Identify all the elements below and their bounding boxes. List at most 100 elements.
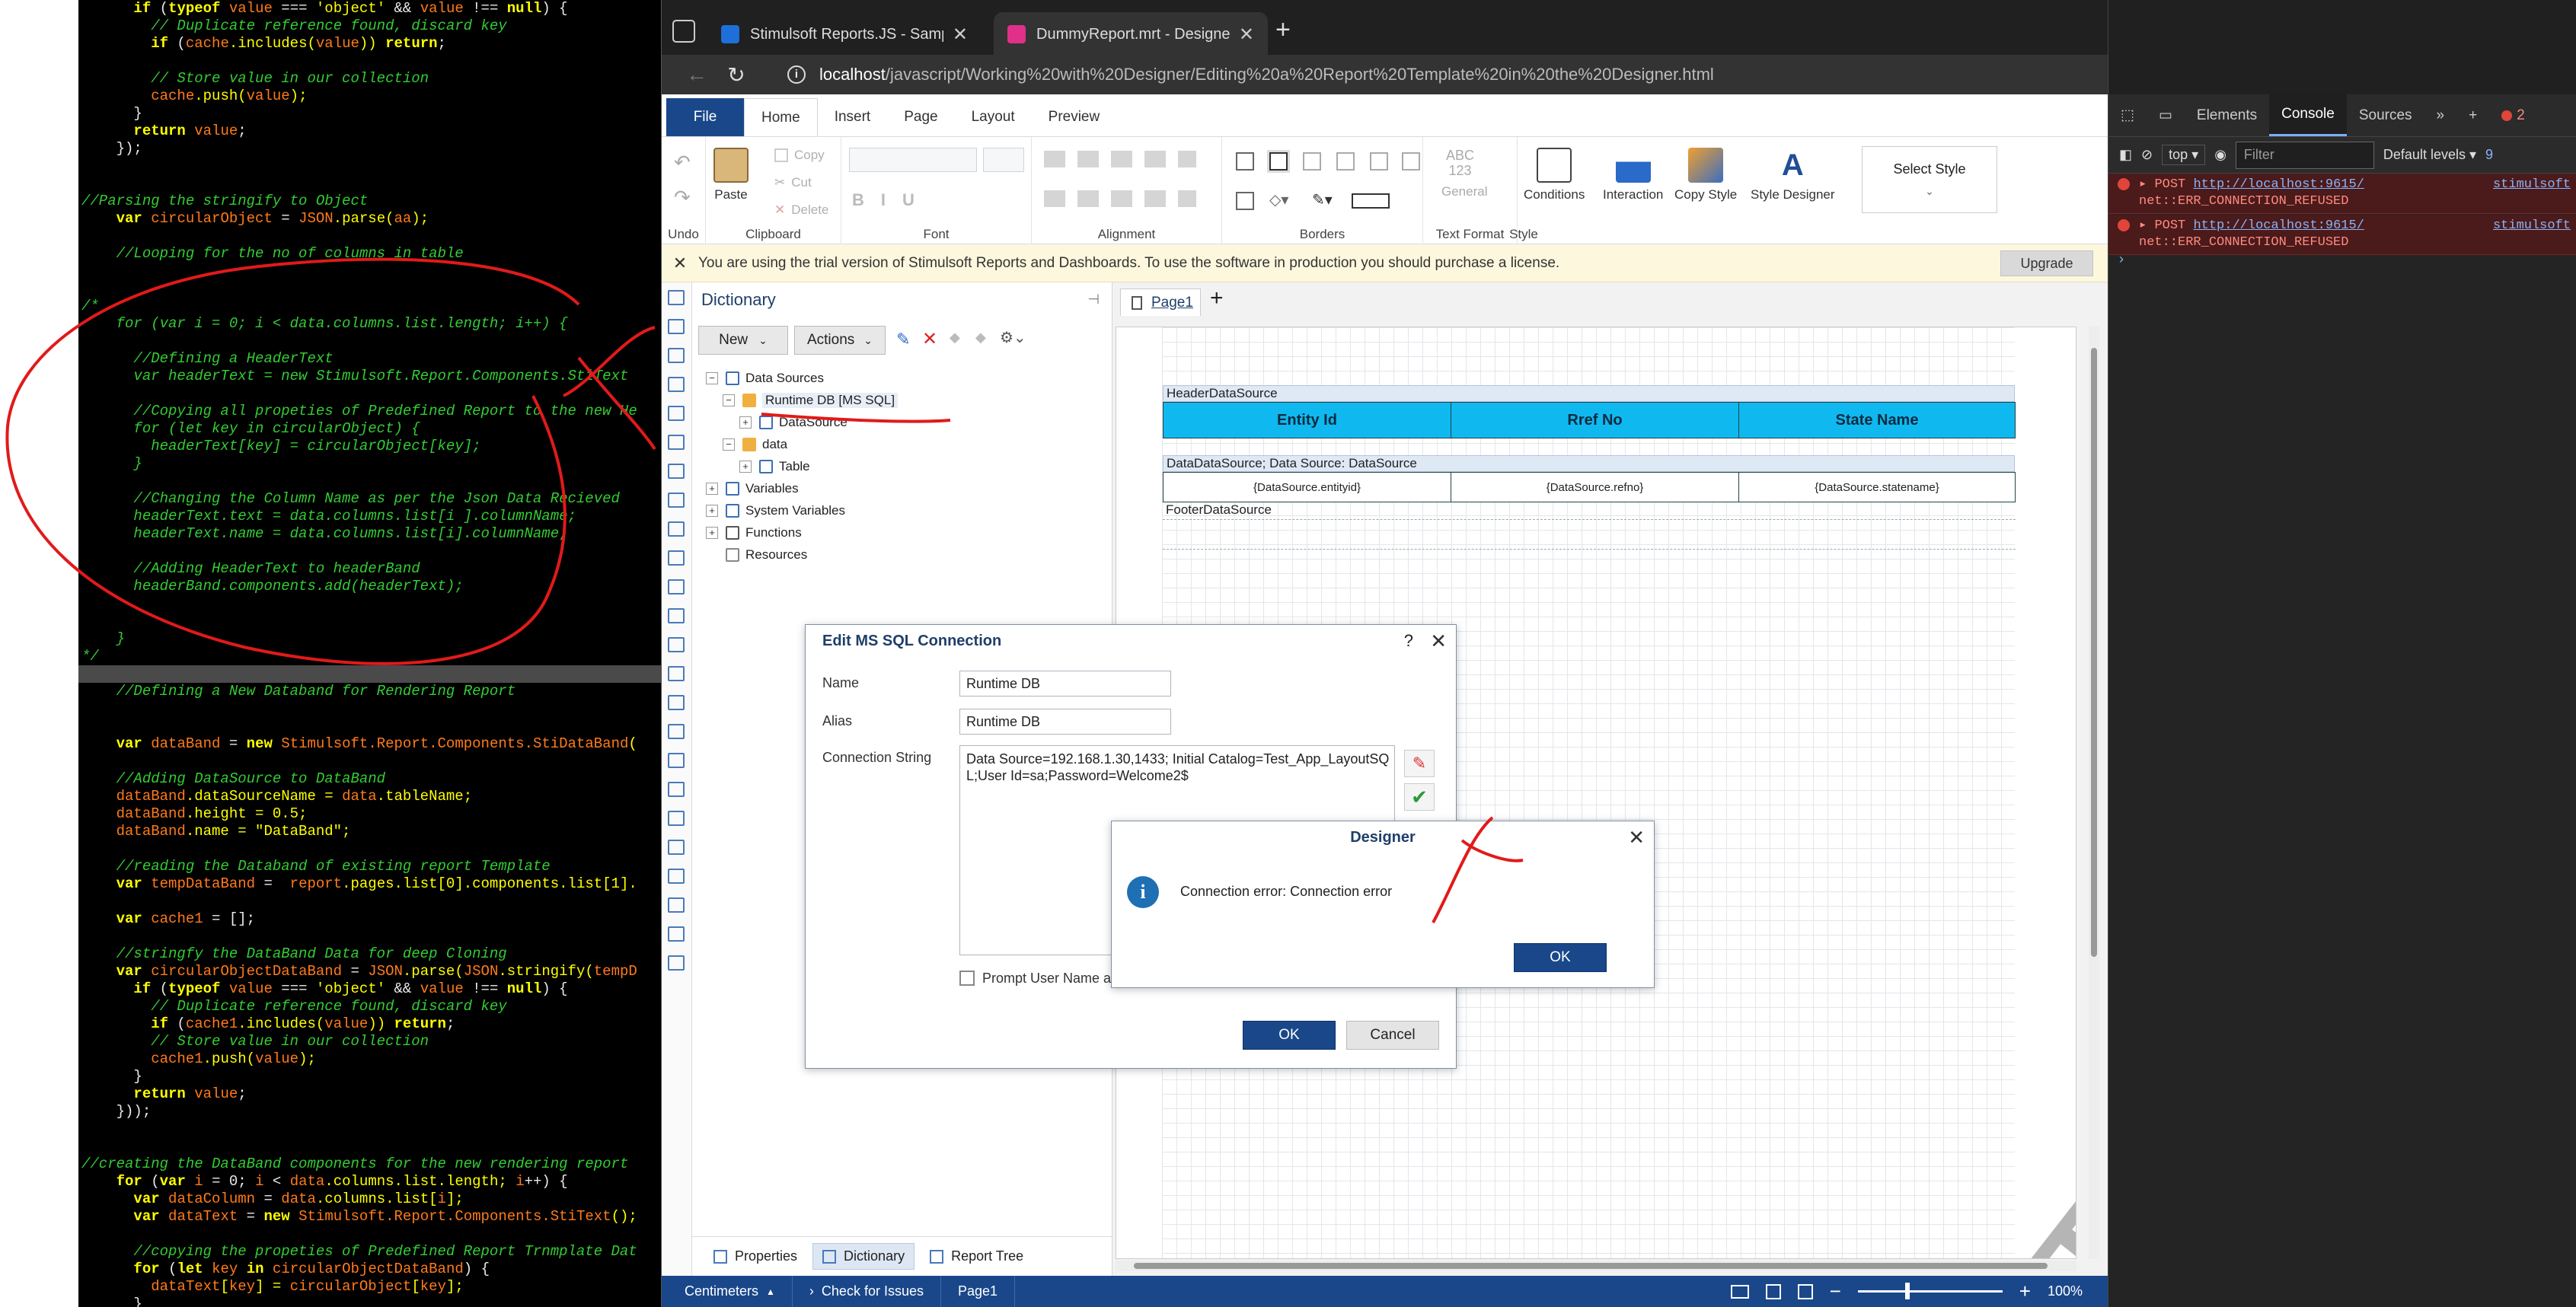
- zoom-out-icon[interactable]: −: [1830, 1280, 1841, 1303]
- code-line[interactable]: [78, 228, 661, 245]
- close-icon[interactable]: ✕: [662, 253, 698, 273]
- code-line[interactable]: dataBand.height = 0.5;: [78, 805, 661, 823]
- code-line[interactable]: [78, 53, 661, 70]
- code-line[interactable]: [78, 158, 661, 175]
- border-color-icon[interactable]: ✎▾: [1312, 190, 1333, 209]
- toolbox-component-icon[interactable]: [668, 493, 685, 508]
- code-line[interactable]: //Defining a HeaderText: [78, 350, 661, 368]
- toolbox-component-icon[interactable]: [668, 666, 685, 681]
- issues-badge[interactable]: 9: [2485, 147, 2493, 163]
- code-line[interactable]: var dataText = new Stimulsoft.Report.Com…: [78, 1208, 661, 1226]
- toolbox-component-icon[interactable]: [668, 782, 685, 797]
- scroll-thumb[interactable]: [2091, 348, 2097, 957]
- prompt-checkbox[interactable]: [959, 971, 975, 986]
- code-line[interactable]: //creating the DataBand components for t…: [78, 1156, 661, 1173]
- scroll-thumb[interactable]: [1134, 1263, 2048, 1269]
- delete-button[interactable]: ✕ Delete: [774, 202, 828, 218]
- toolbox-component-icon[interactable]: [668, 406, 685, 421]
- settings-gear-icon[interactable]: ⚙⌄: [1000, 328, 1026, 347]
- toolbox-component-icon[interactable]: [668, 724, 685, 739]
- style-designer-button[interactable]: A Style Designer: [1751, 148, 1835, 202]
- header-cell[interactable]: Entity Id: [1163, 402, 1451, 438]
- code-line[interactable]: //Adding HeaderText to headerBand: [78, 560, 661, 578]
- code-line[interactable]: [78, 718, 661, 735]
- code-line[interactable]: if (typeof value === 'object' && value !…: [78, 0, 661, 18]
- back-icon[interactable]: ←: [677, 58, 717, 91]
- units-selector[interactable]: Centimeters ▲: [662, 1276, 793, 1307]
- expand-icon[interactable]: +: [706, 483, 718, 495]
- zoom-thumb[interactable]: [1904, 1283, 1910, 1299]
- levels-selector[interactable]: Default levels ▾: [2383, 147, 2476, 163]
- data-band-label[interactable]: DataDataSource; Data Source: DataSource: [1163, 455, 2015, 472]
- code-line[interactable]: dataText[key] = circularObject[key];: [78, 1278, 661, 1296]
- border-outer-icon[interactable]: [1269, 152, 1288, 171]
- cancel-button[interactable]: Cancel: [1346, 1021, 1439, 1050]
- inspect-icon[interactable]: ⬚: [2108, 94, 2147, 136]
- data-cell[interactable]: {DataSource.refno}: [1451, 472, 1739, 502]
- code-line[interactable]: for (let key in circularObjectDataBand) …: [78, 1261, 661, 1278]
- code-line[interactable]: [78, 700, 661, 718]
- code-line[interactable]: var dataBand = new Stimulsoft.Report.Com…: [78, 735, 661, 753]
- code-line[interactable]: // Store value in our collection: [78, 70, 661, 88]
- code-line[interactable]: [78, 333, 661, 350]
- close-tab-icon[interactable]: ✕: [953, 24, 968, 46]
- code-line[interactable]: //Copying all propeties of Predefined Re…: [78, 403, 661, 420]
- toolbox-component-icon[interactable]: [668, 579, 685, 595]
- edit-icon[interactable]: ✎: [896, 330, 910, 349]
- code-line[interactable]: for (let key in circularObject) {: [78, 420, 661, 438]
- code-line[interactable]: // Duplicate reference found, discard ke…: [78, 998, 661, 1015]
- code-line[interactable]: headerText.text = data.columns.list[i ].…: [78, 508, 661, 525]
- toolbox-component-icon[interactable]: [668, 753, 685, 768]
- code-line[interactable]: }: [78, 455, 661, 473]
- code-line[interactable]: */: [78, 648, 661, 665]
- toolbox-component-icon[interactable]: [668, 811, 685, 826]
- undo-icon[interactable]: ↶: [674, 151, 691, 174]
- code-line[interactable]: //Adding DataSource to DataBand: [78, 770, 661, 788]
- ok-button[interactable]: OK: [1514, 943, 1607, 972]
- fill-color-icon[interactable]: ◇▾: [1269, 190, 1288, 209]
- vertical-scrollbar[interactable]: [2089, 327, 2099, 1259]
- close-tab-icon[interactable]: ✕: [1239, 24, 1254, 46]
- console-error[interactable]: ▸ POST http://localhost:9615/stimulsoft n…: [2108, 215, 2576, 255]
- code-line[interactable]: for (var i = 0; i < data.columns.list.le…: [78, 315, 661, 333]
- code-line[interactable]: }: [78, 630, 661, 648]
- code-line[interactable]: [78, 175, 661, 193]
- code-line[interactable]: }: [78, 1296, 661, 1307]
- code-line[interactable]: }: [78, 1068, 661, 1085]
- tab-actions-icon[interactable]: [672, 20, 695, 43]
- code-line[interactable]: [78, 753, 661, 770]
- alignment-buttons-row1[interactable]: [1044, 151, 1196, 167]
- code-line[interactable]: //Defining a New Databand for Rendering …: [78, 683, 661, 700]
- code-line[interactable]: //reading the Databand of existing repor…: [78, 858, 661, 875]
- code-line[interactable]: if (cache.includes(value)) return;: [78, 35, 661, 53]
- code-line[interactable]: for (var i = 0; i < data.columns.list.le…: [78, 1173, 661, 1191]
- copy-button[interactable]: Copy: [774, 148, 825, 163]
- delete-icon[interactable]: ✕: [922, 328, 937, 350]
- code-line[interactable]: }));: [78, 1103, 661, 1121]
- zoom-in-icon[interactable]: +: [2019, 1280, 2031, 1303]
- filter-input[interactable]: Filter: [2235, 141, 2374, 169]
- tree-item[interactable]: + Variables: [706, 478, 799, 499]
- code-line[interactable]: return value;: [78, 1085, 661, 1103]
- context-selector[interactable]: top ▾: [2162, 145, 2206, 165]
- code-line[interactable]: [78, 840, 661, 858]
- zoom-slider[interactable]: [1857, 1283, 2003, 1299]
- browser-tab-designer[interactable]: DummyReport.mrt - Designer [Ti ✕: [994, 12, 1268, 56]
- code-line[interactable]: if (cache1.includes(value)) return;: [78, 1015, 661, 1033]
- select-style-button[interactable]: Select Style ⌄: [1862, 146, 1997, 213]
- eye-icon[interactable]: ◉: [2214, 147, 2226, 163]
- toolbox-component-icon[interactable]: [668, 695, 685, 710]
- toolbox-component-icon[interactable]: [668, 348, 685, 363]
- help-icon[interactable]: ?: [1404, 631, 1413, 651]
- toolbox-component-icon[interactable]: [668, 840, 685, 855]
- tree-item[interactable]: + DataSource: [739, 412, 847, 433]
- code-line[interactable]: var circularObjectDataBand = JSON.parse(…: [78, 963, 661, 980]
- name-field[interactable]: Runtime DB: [959, 671, 1171, 697]
- clear-console-icon[interactable]: ⊘: [2141, 147, 2153, 163]
- code-line[interactable]: //copying the propeties of Predefined Re…: [78, 1243, 661, 1261]
- border-style-icon[interactable]: [1352, 193, 1390, 209]
- code-line[interactable]: [78, 1138, 661, 1156]
- expand-icon[interactable]: +: [739, 461, 752, 473]
- code-line[interactable]: if (typeof value === 'object' && value !…: [78, 980, 661, 998]
- code-line[interactable]: var headerText = new Stimulsoft.Report.C…: [78, 368, 661, 385]
